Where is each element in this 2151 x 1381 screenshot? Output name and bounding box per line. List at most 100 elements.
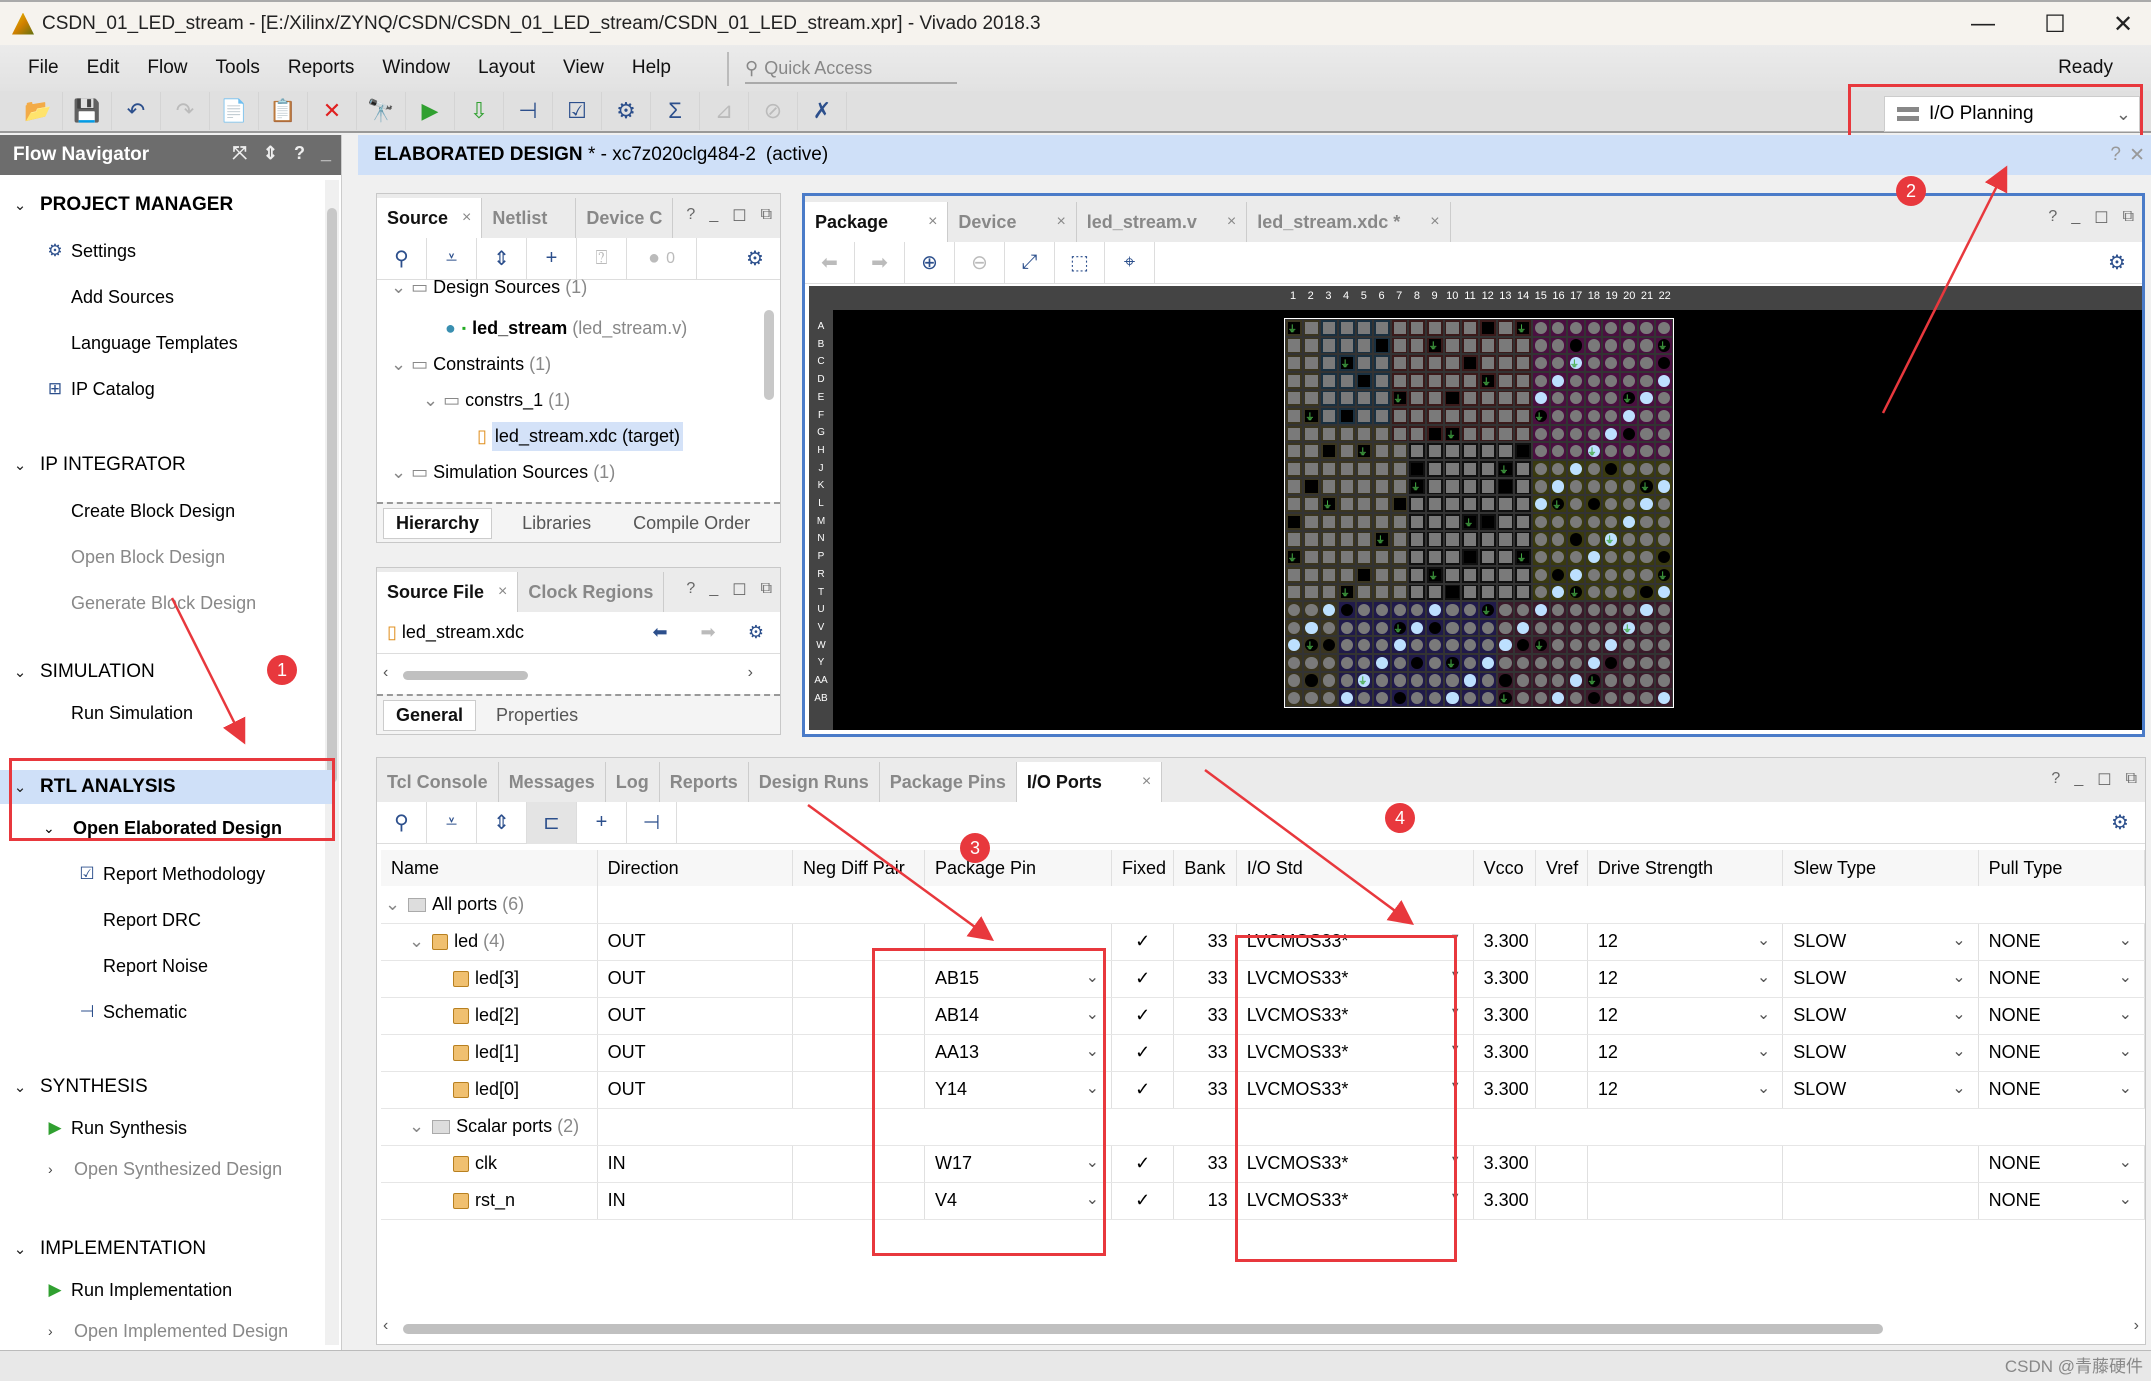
package-pin[interactable] [1408, 495, 1427, 513]
package-pin[interactable] [1655, 583, 1673, 602]
report-icon[interactable]: ☑ [553, 92, 602, 130]
package-pin[interactable] [1549, 354, 1568, 372]
package-pin[interactable] [1514, 583, 1532, 602]
package-pin[interactable] [1584, 689, 1603, 707]
package-pin[interactable] [1320, 671, 1338, 690]
package-pin[interactable] [1479, 548, 1497, 566]
package-pin[interactable] [1620, 319, 1638, 337]
package-pin[interactable] [1602, 513, 1621, 531]
package-pin[interactable]: ⏚ [1373, 530, 1391, 549]
package-pin[interactable] [1549, 689, 1568, 707]
package-pin[interactable] [1302, 371, 1321, 390]
fixed-check[interactable]: ✓ [1111, 1034, 1175, 1072]
menu-help[interactable]: Help [632, 57, 671, 79]
package-pin[interactable] [1390, 460, 1409, 478]
slew-type-select[interactable]: SLOW ⌄ [1782, 1034, 1979, 1072]
package-pin[interactable] [1355, 319, 1374, 337]
package-pin[interactable] [1620, 442, 1638, 461]
flow-section-implementation[interactable]: ⌄ IMPLEMENTATION [0, 1232, 330, 1266]
package-pin[interactable] [1426, 442, 1444, 461]
drive-strength-select[interactable]: 12 ⌄ [1587, 923, 1784, 961]
package-pin[interactable] [1655, 601, 1673, 619]
package-pin[interactable] [1567, 442, 1585, 461]
package-pin[interactable] [1620, 530, 1638, 549]
expand-all-icon[interactable]: ⇕ [477, 801, 527, 844]
package-pin[interactable] [1337, 601, 1356, 619]
menu-flow[interactable]: Flow [147, 57, 187, 79]
flow-item-report-noise[interactable]: Report Noise [103, 949, 208, 983]
package-pin[interactable] [1390, 477, 1409, 496]
package-pin[interactable] [1514, 495, 1532, 513]
package-pin[interactable] [1479, 354, 1497, 372]
package-pin[interactable] [1602, 407, 1621, 425]
package-pin[interactable] [1549, 530, 1568, 549]
package-pin[interactable] [1302, 319, 1321, 337]
tab-device[interactable]: Device × [948, 202, 1077, 242]
package-pin[interactable] [1602, 565, 1621, 584]
package-pin[interactable]: ⏚ [1285, 548, 1303, 566]
package-pin[interactable]: ⏚ [1302, 636, 1321, 655]
chevron-down-icon[interactable]: ⌄ [2119, 1041, 2132, 1061]
package-pin[interactable] [1408, 319, 1427, 337]
package-pin[interactable] [1514, 618, 1532, 637]
subtab-compile-order[interactable]: Compile Order [621, 509, 762, 538]
package-pin[interactable] [1655, 530, 1673, 549]
package-pin[interactable] [1426, 530, 1444, 549]
package-pin[interactable] [1373, 689, 1391, 707]
run-icon[interactable]: ▶ [406, 92, 455, 130]
flow-item-ip-catalog[interactable]: ⊞ IP Catalog [48, 372, 155, 406]
package-pin[interactable] [1479, 495, 1497, 513]
maximize-icon[interactable]: ☐ [2094, 208, 2108, 228]
package-pin[interactable] [1320, 636, 1338, 655]
help-icon[interactable]: ? [2110, 144, 2121, 166]
package-pin[interactable] [1373, 424, 1391, 443]
menu-tools[interactable]: Tools [216, 57, 260, 79]
minimize-icon[interactable]: _ [321, 143, 331, 164]
package-pin[interactable] [1426, 477, 1444, 496]
tree-constrs-1[interactable]: ⌄ ▭ constrs_1 (1) [423, 384, 570, 416]
package-pin[interactable]: ⏚ [1302, 407, 1321, 425]
package-pin[interactable] [1461, 495, 1479, 513]
package-pin[interactable] [1461, 601, 1479, 619]
package-pin[interactable] [1584, 583, 1603, 602]
column-header-direction[interactable]: Direction [597, 850, 794, 886]
package-pin[interactable] [1390, 601, 1409, 619]
package-pin[interactable] [1637, 336, 1656, 355]
package-pin[interactable] [1479, 654, 1497, 672]
package-pin[interactable] [1355, 530, 1374, 549]
package-pin[interactable] [1302, 477, 1321, 496]
pull-type-select[interactable]: NONE ⌄ [1978, 997, 2146, 1035]
pull-type-select[interactable]: NONE ⌄ [1978, 1071, 2146, 1109]
package-pin[interactable] [1549, 636, 1568, 655]
package-pin[interactable] [1567, 618, 1585, 637]
package-pin[interactable] [1373, 389, 1391, 408]
package-pin[interactable] [1584, 389, 1603, 408]
package-pin[interactable] [1514, 424, 1532, 443]
help-icon[interactable]: ? [686, 206, 695, 226]
flow-item-create-block-design[interactable]: Create Block Design [71, 494, 235, 528]
package-pin[interactable] [1302, 389, 1321, 408]
package-pin[interactable] [1637, 371, 1656, 390]
package-pin[interactable] [1355, 565, 1374, 584]
package-pin[interactable]: ⏚ [1408, 477, 1427, 496]
tab-tcl-console[interactable]: Tcl Console [377, 762, 499, 802]
package-pin[interactable]: ⏚ [1390, 618, 1409, 637]
package-pin[interactable] [1443, 689, 1462, 707]
package-pin[interactable] [1320, 565, 1338, 584]
package-pin[interactable] [1285, 495, 1303, 513]
package-pin[interactable] [1496, 513, 1515, 531]
fixed-check[interactable]: ✓ [1111, 1145, 1175, 1183]
package-pin[interactable] [1461, 618, 1479, 637]
chevron-down-icon[interactable]: ⌄ [2119, 1152, 2132, 1172]
slew-type-select[interactable]: SLOW ⌄ [1782, 1071, 1979, 1109]
column-header-neg-diff-pair[interactable]: Neg Diff Pair [792, 850, 925, 886]
package-pin[interactable] [1426, 354, 1444, 372]
package-pin[interactable] [1479, 319, 1497, 337]
package-pin[interactable] [1620, 601, 1638, 619]
package-pin[interactable] [1461, 336, 1479, 355]
package-pin[interactable] [1320, 618, 1338, 637]
package-pin[interactable] [1408, 336, 1427, 355]
package-pin[interactable] [1320, 319, 1338, 337]
package-pin[interactable] [1285, 530, 1303, 549]
package-pin[interactable] [1549, 601, 1568, 619]
